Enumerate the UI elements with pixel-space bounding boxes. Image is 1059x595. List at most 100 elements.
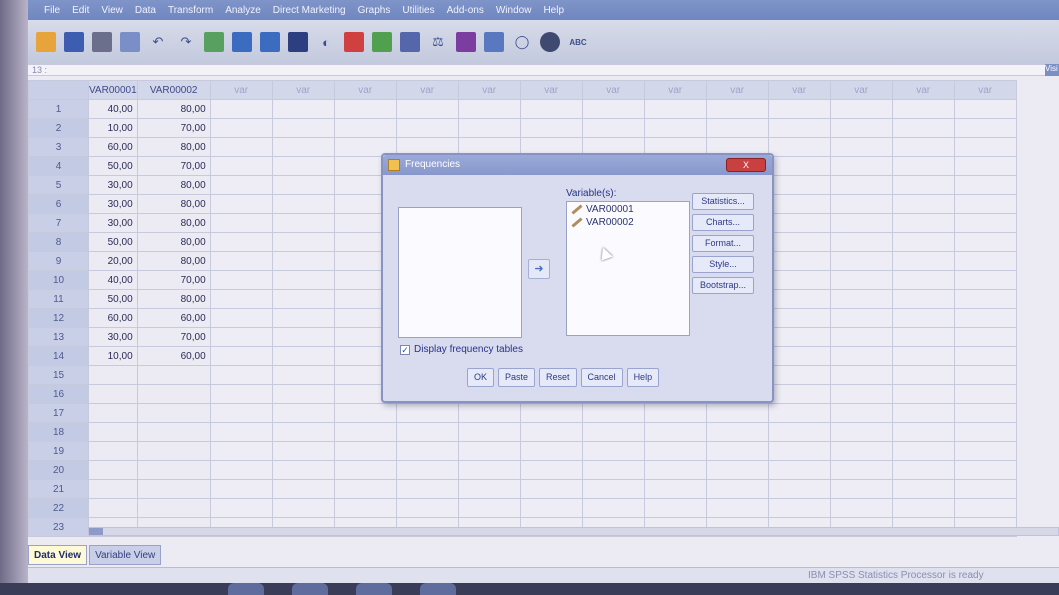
horizontal-scrollbar[interactable] <box>88 527 1059 536</box>
empty-cell[interactable] <box>891 365 955 385</box>
menu-item-help[interactable]: Help <box>537 5 570 16</box>
empty-cell[interactable] <box>767 460 831 480</box>
empty-cell[interactable] <box>705 460 769 480</box>
column-header[interactable]: var <box>705 80 769 100</box>
empty-cell[interactable] <box>271 384 335 404</box>
spell-check-icon[interactable]: ABC <box>568 32 588 52</box>
empty-cell[interactable] <box>767 441 831 461</box>
empty-cell[interactable] <box>271 460 335 480</box>
taskbar-app-icon[interactable] <box>420 583 456 595</box>
empty-cell[interactable] <box>829 118 893 138</box>
list-item[interactable]: VAR00002 <box>567 215 689 228</box>
empty-cell[interactable] <box>333 460 397 480</box>
taskbar-app-icon[interactable] <box>228 583 264 595</box>
variables-icon[interactable] <box>260 32 280 52</box>
empty-cell[interactable] <box>891 441 955 461</box>
row-number[interactable]: 23 <box>28 517 89 537</box>
empty-cell[interactable] <box>209 232 273 252</box>
row-number[interactable]: 2 <box>28 118 89 138</box>
empty-cell[interactable] <box>953 137 1017 157</box>
empty-cell[interactable] <box>829 308 893 328</box>
column-header[interactable]: var <box>891 80 955 100</box>
empty-cell[interactable] <box>333 479 397 499</box>
data-cell[interactable]: 80,00 <box>136 99 211 119</box>
empty-cell[interactable] <box>457 403 521 423</box>
data-cell[interactable]: 80,00 <box>136 289 211 309</box>
data-cell[interactable] <box>88 460 138 480</box>
style-button[interactable]: Style... <box>692 256 754 273</box>
empty-cell[interactable] <box>271 194 335 214</box>
empty-cell[interactable] <box>395 441 459 461</box>
empty-cell[interactable] <box>891 251 955 271</box>
empty-cell[interactable] <box>581 403 645 423</box>
close-button[interactable]: X <box>726 158 766 172</box>
charts-button[interactable]: Charts... <box>692 214 754 231</box>
empty-cell[interactable] <box>395 460 459 480</box>
empty-cell[interactable] <box>395 479 459 499</box>
row-number[interactable]: 21 <box>28 479 89 499</box>
empty-cell[interactable] <box>271 308 335 328</box>
empty-cell[interactable] <box>519 479 583 499</box>
dialog-title-bar[interactable]: Frequencies X <box>383 155 772 175</box>
menu-item-graphs[interactable]: Graphs <box>352 5 397 16</box>
corner-cell[interactable] <box>28 80 89 100</box>
bootstrap-button[interactable]: Bootstrap... <box>692 277 754 294</box>
menu-item-window[interactable]: Window <box>490 5 538 16</box>
empty-cell[interactable] <box>395 498 459 518</box>
empty-cell[interactable] <box>891 327 955 347</box>
empty-cell[interactable] <box>891 498 955 518</box>
empty-cell[interactable] <box>953 175 1017 195</box>
empty-cell[interactable] <box>891 232 955 252</box>
empty-cell[interactable] <box>829 479 893 499</box>
empty-cell[interactable] <box>953 194 1017 214</box>
empty-cell[interactable] <box>767 327 831 347</box>
column-header[interactable]: var <box>767 80 831 100</box>
goto-case-icon[interactable] <box>204 32 224 52</box>
show-all-icon[interactable] <box>540 32 560 52</box>
empty-cell[interactable] <box>209 346 273 366</box>
data-cell[interactable]: 50,00 <box>88 232 138 252</box>
empty-cell[interactable] <box>767 194 831 214</box>
run-icon[interactable] <box>288 32 308 52</box>
empty-cell[interactable] <box>891 308 955 328</box>
empty-cell[interactable] <box>395 403 459 423</box>
empty-cell[interactable] <box>829 403 893 423</box>
tab-data-view[interactable]: Data View <box>28 545 88 565</box>
empty-cell[interactable] <box>209 99 273 119</box>
row-number[interactable]: 14 <box>28 346 89 366</box>
row-number[interactable]: 5 <box>28 175 89 195</box>
empty-cell[interactable] <box>581 479 645 499</box>
empty-cell[interactable] <box>519 460 583 480</box>
help-button[interactable]: Help <box>626 368 660 387</box>
empty-cell[interactable] <box>581 498 645 518</box>
row-number[interactable]: 19 <box>28 441 89 461</box>
row-number[interactable]: 12 <box>28 308 89 328</box>
menu-item-transform[interactable]: Transform <box>162 5 219 16</box>
insert-cases-icon[interactable] <box>344 32 364 52</box>
data-cell[interactable]: 10,00 <box>88 346 138 366</box>
empty-cell[interactable] <box>643 498 707 518</box>
data-cell[interactable]: 30,00 <box>88 175 138 195</box>
empty-cell[interactable] <box>395 99 459 119</box>
data-cell[interactable]: 60,00 <box>136 346 211 366</box>
column-header[interactable]: var <box>519 80 583 100</box>
empty-cell[interactable] <box>953 460 1017 480</box>
empty-cell[interactable] <box>209 403 273 423</box>
empty-cell[interactable] <box>519 403 583 423</box>
empty-cell[interactable] <box>395 422 459 442</box>
empty-cell[interactable] <box>209 384 273 404</box>
empty-cell[interactable] <box>519 498 583 518</box>
empty-cell[interactable] <box>829 213 893 233</box>
reset-button[interactable]: Reset <box>539 368 577 387</box>
row-number[interactable]: 9 <box>28 251 89 271</box>
empty-cell[interactable] <box>457 441 521 461</box>
empty-cell[interactable] <box>209 270 273 290</box>
row-number[interactable]: 3 <box>28 137 89 157</box>
split-file-icon[interactable] <box>400 32 420 52</box>
empty-cell[interactable] <box>457 498 521 518</box>
data-cell[interactable] <box>136 498 211 518</box>
empty-cell[interactable] <box>829 137 893 157</box>
empty-cell[interactable] <box>333 403 397 423</box>
data-cell[interactable] <box>136 422 211 442</box>
row-number[interactable]: 15 <box>28 365 89 385</box>
